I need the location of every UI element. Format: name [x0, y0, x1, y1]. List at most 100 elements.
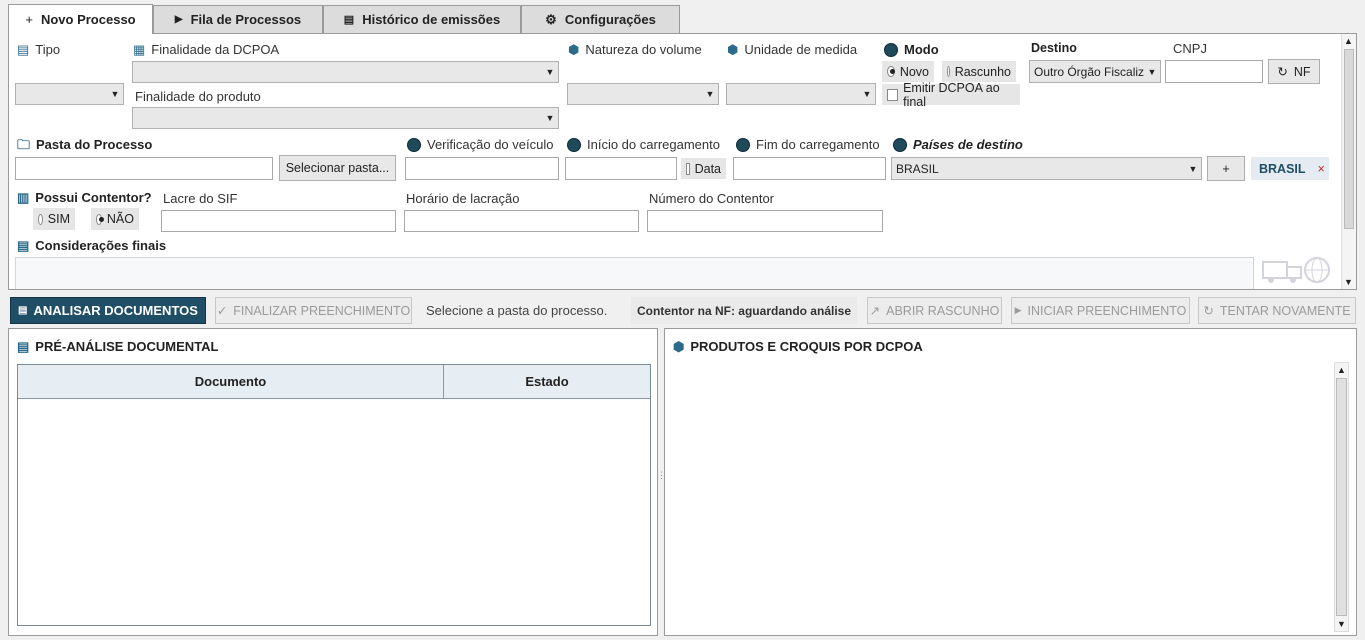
column-header-documento[interactable]: Documento [18, 365, 444, 399]
tab-configuracoes[interactable]: ⚙ Configurações [521, 5, 680, 33]
pais-tag: BRASIL × [1251, 157, 1329, 180]
document-icon: ▤ [18, 305, 28, 316]
circle-icon [407, 137, 421, 152]
box-icon: ⬢ [568, 42, 580, 57]
chevron-down-icon: ▼ [859, 84, 875, 104]
radio-icon [887, 66, 895, 77]
consideracoes-label: ▤ Considerações finais [17, 238, 167, 253]
chevron-down-icon: ▼ [542, 62, 558, 82]
tipo-label: ▤ Tipo [17, 42, 61, 57]
nf-button[interactable]: ↻ NF [1268, 59, 1320, 84]
tipo-select[interactable]: ▼ [15, 83, 124, 105]
checkbox-icon [887, 88, 899, 101]
circle-icon [567, 137, 581, 152]
destino-select[interactable]: Outro Órgão Fiscaliz ▼ [1029, 60, 1161, 83]
natureza-select[interactable]: ▼ [567, 83, 719, 105]
tab-label: Novo Processo [40, 12, 136, 27]
verificacao-input[interactable] [405, 157, 559, 180]
splitter-handle[interactable]: ⋮ [657, 470, 666, 494]
inicio-label: Início do carregamento [567, 137, 720, 152]
container-icon: ▥ [17, 190, 30, 205]
globe-icon [893, 137, 907, 152]
circle-icon [884, 42, 898, 57]
box-icon: ⬢ [673, 339, 685, 354]
contentor-label: ▥ Possui Contentor? [17, 190, 152, 205]
cnpj-input[interactable] [1165, 60, 1263, 83]
horario-input[interactable] [404, 210, 639, 232]
play-icon: ▶ [174, 14, 183, 25]
produtos-scrollbar[interactable]: ▲ ▼ [1334, 362, 1349, 632]
consideracoes-textarea[interactable] [15, 257, 1254, 289]
pasta-label: 🗀 Pasta do Processo [17, 137, 153, 152]
unidade-select[interactable]: ▼ [726, 83, 876, 105]
documents-table: Documento Estado [17, 364, 651, 626]
scroll-down-icon[interactable]: ▼ [1344, 277, 1353, 287]
finalidade-produto-select[interactable]: ▼ [132, 107, 559, 129]
pre-analise-title: ▤ PRÉ-ANÁLISE DOCUMENTAL [17, 339, 219, 354]
tab-novo-processo[interactable]: + Novo Processo [8, 4, 153, 34]
natureza-label: ⬢ Natureza do volume [568, 42, 702, 57]
tentar-novamente-button[interactable]: ↻ TENTAR NOVAMENTE [1198, 297, 1356, 324]
finalidade-dcpoa-select[interactable]: ▼ [132, 61, 559, 83]
finalizar-preenchimento-button[interactable]: ✓ FINALIZAR PREENCHIMENTO [215, 297, 412, 324]
selecionar-pasta-button[interactable]: Selecionar pasta... [279, 155, 396, 181]
paises-label: Países de destino [893, 137, 1023, 152]
pre-analise-panel: ▤ PRÉ-ANÁLISE DOCUMENTAL Documento Estado [8, 328, 658, 636]
chevron-down-icon: ▼ [1185, 158, 1201, 179]
pasta-input[interactable] [15, 157, 273, 180]
pais-select[interactable]: BRASIL ▼ [891, 157, 1202, 180]
status-text: Selecione a pasta do processo. [426, 303, 608, 318]
chevron-down-icon: ▼ [107, 84, 123, 104]
fim-input[interactable] [733, 157, 886, 180]
modo-rascunho-radio[interactable]: Rascunho [942, 61, 1016, 82]
abrir-rascunho-button[interactable]: ↗ ABRIR RASCUNHO [867, 297, 1002, 324]
form-scrollbar[interactable]: ▲ ▼ [1341, 34, 1356, 289]
destino-label: Destino [1031, 41, 1077, 55]
modo-novo-radio[interactable]: Novo [882, 61, 934, 82]
document-icon: ▤ [17, 238, 30, 253]
checkbox-icon [686, 162, 690, 175]
play-icon: ▶ [1014, 305, 1022, 315]
close-icon[interactable]: × [1318, 162, 1325, 176]
form-panel: ▤ Tipo ▼ ▦ Finalidade da DCPOA ▼ Finalidad… [8, 33, 1357, 290]
horario-label: Horário de lacração [406, 191, 520, 206]
nao-radio[interactable]: NÃO [91, 208, 139, 230]
analisar-documentos-button[interactable]: ▤ ANALISAR DOCUMENTOS [10, 297, 206, 324]
plus-icon: + [25, 12, 33, 27]
scroll-up-icon[interactable]: ▲ [1337, 365, 1346, 375]
chevron-down-icon: ▼ [1144, 61, 1160, 82]
tab-fila-processos[interactable]: ▶ Fila de Processos [153, 5, 323, 33]
cnpj-label: CNPJ [1173, 41, 1207, 56]
form-icon: ▦ [133, 42, 146, 57]
numero-input[interactable] [647, 210, 883, 232]
finalidade-produto-label: Finalidade do produto [135, 89, 261, 104]
refresh-icon: ↻ [1203, 304, 1214, 318]
radio-icon [96, 213, 104, 225]
tab-historico[interactable]: ▤ Histórico de emissões [323, 5, 521, 33]
radio-icon [38, 213, 43, 225]
scroll-thumb[interactable] [1344, 49, 1354, 229]
gear-icon: ⚙ [545, 11, 557, 27]
scroll-down-icon[interactable]: ▼ [1337, 619, 1346, 629]
document-icon: ▤ [343, 14, 355, 26]
scroll-up-icon[interactable]: ▲ [1344, 36, 1353, 46]
list-icon: ▤ [17, 42, 30, 57]
iniciar-preenchimento-button[interactable]: ▶ INICIAR PREENCHIMENTO [1011, 297, 1190, 324]
lacre-input[interactable] [161, 210, 396, 232]
arrow-icon: ↗ [869, 304, 881, 318]
column-header-estado[interactable]: Estado [444, 365, 650, 399]
data-checkbox[interactable]: Data [681, 158, 726, 179]
produtos-title: ⬢ PRODUTOS E CROQUIS POR DCPOA [673, 339, 923, 354]
verificacao-label: Verificação do veículo [407, 137, 553, 152]
emitir-checkbox[interactable]: Emitir DCPOA ao final [882, 81, 1020, 109]
sim-radio[interactable]: SIM [33, 208, 75, 230]
scroll-thumb[interactable] [1336, 378, 1347, 616]
truck-globe-watermark-icon [1261, 254, 1333, 286]
checklist-icon: ▤ [17, 339, 30, 354]
add-pais-button[interactable]: + [1207, 156, 1245, 181]
tab-label: Fila de Processos [190, 12, 302, 27]
lacre-label: Lacre do SIF [163, 191, 238, 206]
radio-icon [947, 66, 950, 77]
chevron-down-icon: ▼ [542, 108, 558, 128]
inicio-input[interactable] [565, 157, 677, 180]
